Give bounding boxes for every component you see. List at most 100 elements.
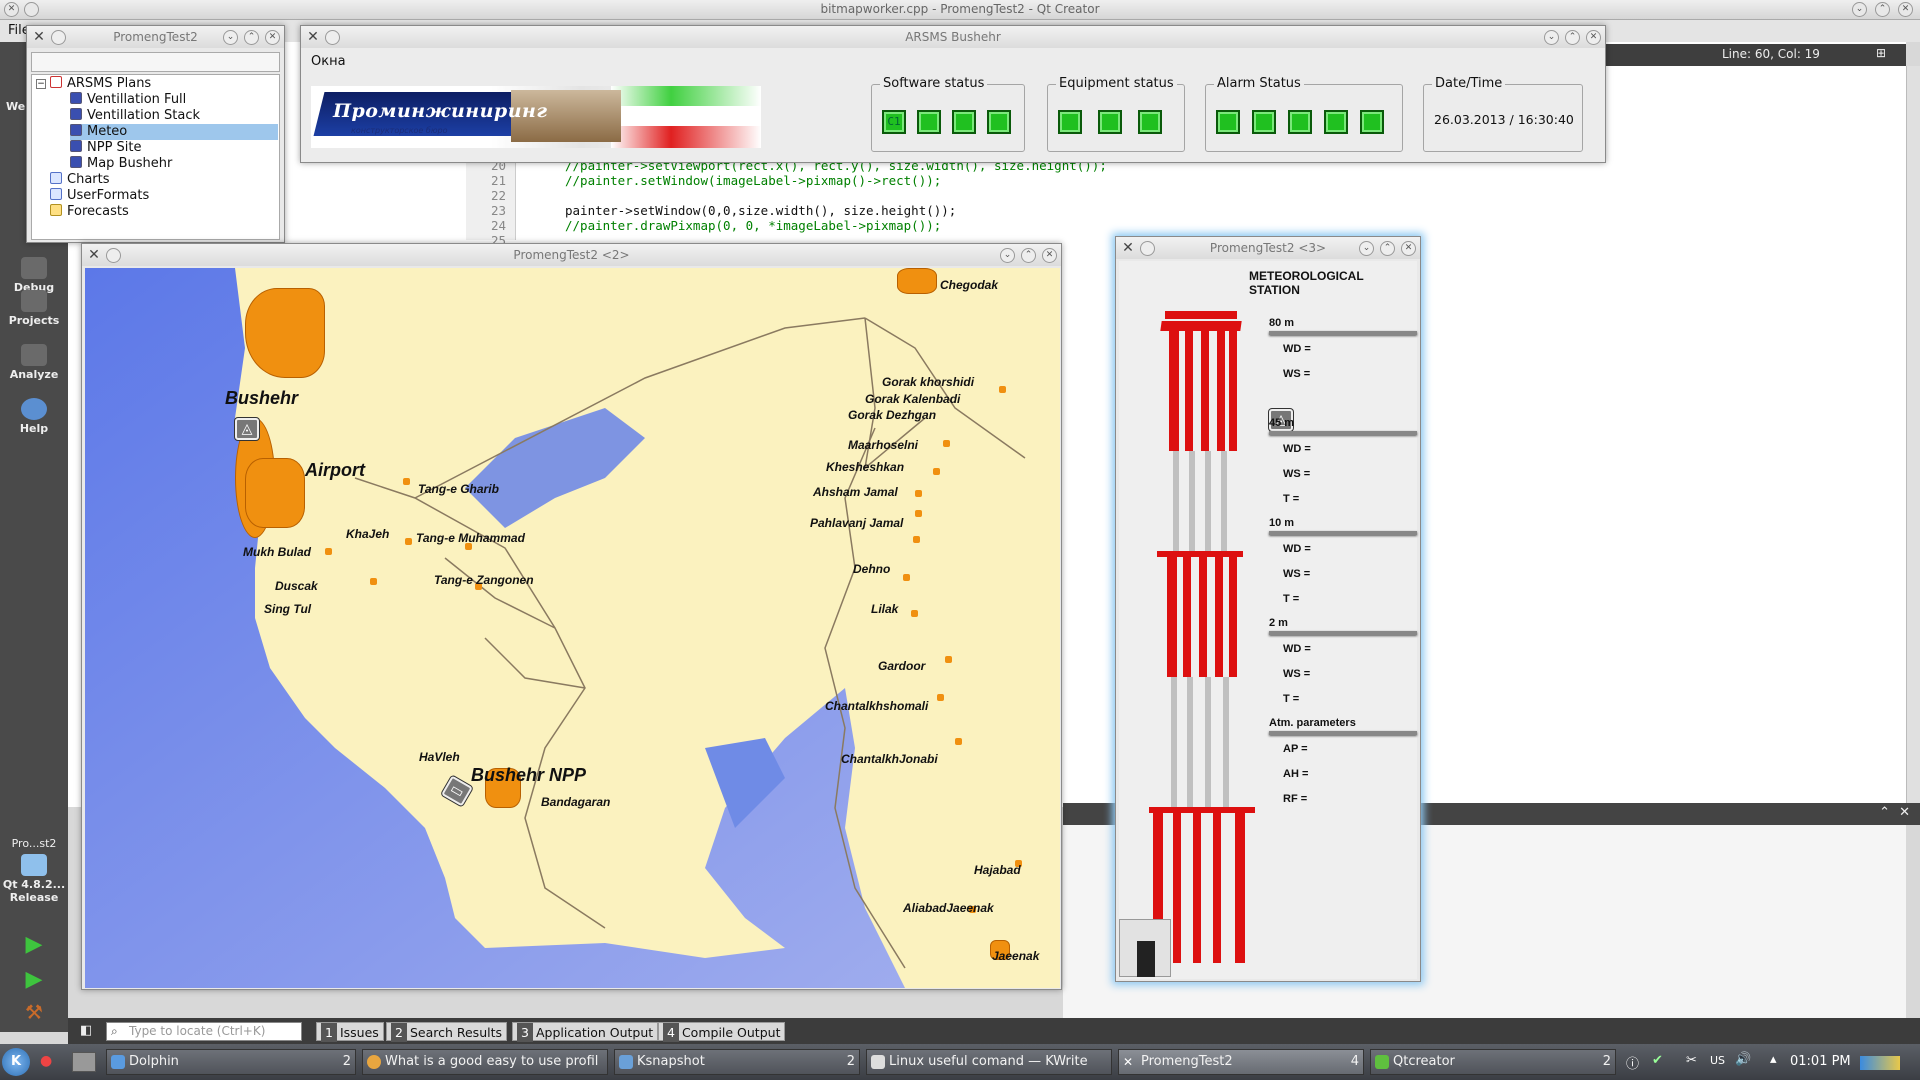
app-x-icon[interactable]: ✕ [31, 29, 47, 45]
minimize-button[interactable]: ⌄ [1000, 248, 1015, 263]
meteo-sensor-icon[interactable]: ◬ [235, 418, 259, 440]
tree-item-map-bushehr[interactable]: Map Bushehr [70, 156, 172, 172]
minimize-button[interactable]: ⌄ [1359, 241, 1374, 256]
label-bushehr: Bushehr [225, 388, 299, 408]
collapse-icon[interactable]: − [36, 79, 46, 89]
task-promengtest2[interactable]: ✕ PromengTest2 4 [1118, 1049, 1364, 1075]
minimize-button[interactable]: ⌄ [1852, 2, 1867, 17]
maximize-pane-icon[interactable]: ⌃ [1879, 805, 1890, 820]
tree-item-charts[interactable]: Charts [50, 172, 110, 188]
debug-run-icon[interactable]: ▶ [0, 967, 68, 992]
kde-menu-icon[interactable]: K [2, 1048, 30, 1076]
clipboard-icon[interactable]: ✂ [1686, 1053, 1697, 1068]
maximize-button[interactable]: ⌃ [1875, 2, 1890, 17]
mode-debug[interactable]: Debug [0, 257, 68, 294]
window-menu-button[interactable] [325, 30, 340, 45]
mode-projects[interactable]: Projects [0, 290, 68, 327]
task-dolphin[interactable]: Dolphin 2 [106, 1049, 356, 1075]
task-count: 2 [1602, 1054, 1611, 1069]
tree-filter-input[interactable] [31, 52, 280, 72]
task-kwrite[interactable]: Linux useful comand — KWrite [866, 1049, 1112, 1075]
settlement-chantalkhshomali [937, 694, 944, 701]
tab-application-output[interactable]: 3 Application Output [512, 1022, 659, 1042]
tab-search-results[interactable]: 2 Search Results [386, 1022, 508, 1042]
dolphin-icon [111, 1055, 125, 1069]
info-icon[interactable]: ⓘ [1626, 1053, 1639, 1072]
clock[interactable]: 01:01 PM [1790, 1044, 1851, 1080]
param-ws-10: WS = [1283, 568, 1311, 580]
plan-doc-icon [70, 124, 82, 136]
cursor-position[interactable]: Line: 60, Col: 19 [1722, 47, 1820, 61]
equipment-status-led[interactable] [1058, 110, 1082, 134]
alarm-status-led[interactable] [1360, 110, 1384, 134]
alarm-status-led[interactable] [1288, 110, 1312, 134]
window-menu-button[interactable] [51, 30, 66, 45]
toggle-sidebar-icon[interactable]: ◧ [80, 1023, 92, 1038]
company-logo: Проминжиниринг конструкторское бюро [311, 86, 761, 148]
task-qtcreator[interactable]: Qtcreator 2 [1370, 1049, 1616, 1075]
alarm-status-led[interactable] [1324, 110, 1348, 134]
split-icon[interactable]: ⊞ [1876, 46, 1886, 60]
mode-help[interactable]: Help [0, 398, 68, 435]
settlement-gorak-khorshidi [999, 386, 1006, 393]
software-status-led[interactable] [952, 110, 976, 134]
updates-icon[interactable]: ✔ [1652, 1053, 1663, 1068]
bushehr-map[interactable]: ◬ ▭ Bushehr Airport Tang-e Gharib KhaJeh… [85, 268, 1060, 988]
alarm-status-led[interactable] [1216, 110, 1240, 134]
window-menu-button[interactable] [1140, 241, 1155, 256]
task-ksnapshot[interactable]: Ksnapshot 2 [614, 1049, 860, 1075]
keyboard-layout[interactable]: US [1710, 1054, 1725, 1067]
maximize-button[interactable]: ⌃ [1380, 241, 1395, 256]
editor-scrollbar[interactable] [1906, 66, 1920, 806]
close-pane-icon[interactable]: ✕ [1899, 805, 1910, 820]
app-x-icon[interactable]: ✕ [1120, 240, 1136, 256]
close-button[interactable]: ✕ [1586, 30, 1601, 45]
tree-item-meteo[interactable]: Meteo [70, 124, 278, 140]
locate-input[interactable]: ⌕ Type to locate (Ctrl+K) [106, 1022, 302, 1041]
equipment-status-led[interactable] [1098, 110, 1122, 134]
tree-item-ventillation-full[interactable]: Ventillation Full [70, 92, 186, 108]
volume-icon[interactable]: 🔊 [1735, 1052, 1751, 1067]
minimize-button[interactable]: ⌄ [223, 30, 238, 45]
pager-icon[interactable] [1860, 1056, 1900, 1070]
close-button[interactable]: ✕ [1401, 241, 1416, 256]
app-x-icon[interactable]: ✕ [86, 247, 102, 263]
settlement-dehno [903, 574, 910, 581]
maximize-button[interactable]: ⌃ [1021, 248, 1036, 263]
atm-params-label: Atm. parameters [1269, 717, 1356, 729]
build-hammer-icon[interactable]: ⚒ [0, 1000, 68, 1024]
logo-subtext: конструкторское бюро [351, 126, 448, 135]
window-menu-button[interactable] [106, 248, 121, 263]
tree-item-npp-site[interactable]: NPP Site [70, 140, 142, 156]
activities-icon[interactable]: ● [40, 1053, 52, 1069]
kit-selector[interactable]: Qt 4.8.2... Release [0, 854, 68, 904]
task-browser[interactable]: What is a good easy to use profil [362, 1049, 608, 1075]
close-button[interactable]: ✕ [1042, 248, 1057, 263]
kit-project: Pro...st2 [11, 837, 57, 850]
tree-item-arsms-plans[interactable]: ARSMS Plans [50, 76, 151, 92]
tree-item-userformats[interactable]: UserFormats [50, 188, 149, 204]
tree-item-label: Ventillation Stack [87, 108, 201, 123]
run-icon[interactable]: ▶ [0, 932, 68, 957]
show-desktop-icon[interactable] [72, 1052, 96, 1072]
maximize-button[interactable]: ⌃ [1565, 30, 1580, 45]
alarm-status-led[interactable] [1252, 110, 1276, 134]
tab-issues[interactable]: 1 Issues [316, 1022, 384, 1042]
tree-item-forecasts[interactable]: Forecasts [50, 204, 129, 220]
software-status-led[interactable]: C1 [882, 110, 906, 134]
param-t-10: T = [1283, 593, 1300, 605]
menu-windows[interactable]: Окна [311, 54, 346, 69]
minimize-button[interactable]: ⌄ [1544, 30, 1559, 45]
software-status-led[interactable] [917, 110, 941, 134]
close-button[interactable]: ✕ [265, 30, 280, 45]
maximize-button[interactable]: ⌃ [244, 30, 259, 45]
mode-analyze[interactable]: Analyze [0, 344, 68, 381]
equipment-status-led[interactable] [1138, 110, 1162, 134]
software-status-led[interactable] [987, 110, 1011, 134]
tree-item-ventillation-stack[interactable]: Ventillation Stack [70, 108, 200, 124]
close-button[interactable]: ✕ [1898, 2, 1913, 17]
app-x-icon[interactable]: ✕ [305, 29, 321, 45]
tab-compile-output[interactable]: 4 Compile Output [658, 1022, 786, 1042]
tray-expand-icon[interactable]: ▴ [1770, 1052, 1777, 1067]
ksnapshot-icon [619, 1055, 633, 1069]
